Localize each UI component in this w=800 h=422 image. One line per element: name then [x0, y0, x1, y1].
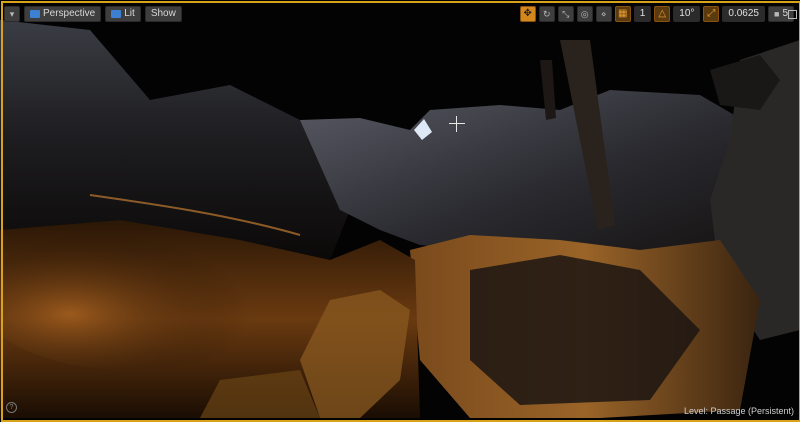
scale-tool-button[interactable]: ⤡: [557, 6, 574, 22]
globe-icon: ◎: [580, 9, 589, 19]
show-label: Show: [150, 8, 176, 19]
perspective-label: Perspective: [43, 8, 96, 19]
rotate-tool-button[interactable]: ↻: [538, 6, 555, 22]
viewport-toolbar-left: ▾ Perspective Lit Show: [4, 6, 182, 22]
surface-snap-icon: ⋄: [600, 9, 607, 19]
rotate-icon: ↻: [542, 9, 551, 19]
cave-scene: [0, 0, 800, 422]
view-mode-button[interactable]: Lit: [105, 6, 141, 22]
maximize-viewport-icon[interactable]: [788, 10, 797, 19]
perspective-icon: [30, 10, 40, 18]
grid-snap-toggle[interactable]: ▦: [614, 6, 631, 22]
help-icon[interactable]: ?: [6, 402, 17, 413]
surface-snapping-button[interactable]: ⋄: [595, 6, 612, 22]
chevron-down-icon: ▾: [9, 9, 15, 19]
scale-snap-toggle[interactable]: ⤢: [703, 6, 720, 22]
scale-snap-value[interactable]: 0.0625: [722, 6, 765, 22]
coordinate-system-button[interactable]: ◎: [576, 6, 593, 22]
lit-label: Lit: [124, 8, 135, 19]
camera-icon: ■: [774, 9, 780, 19]
rotation-snap-value-label: 10°: [679, 8, 695, 19]
show-button[interactable]: Show: [144, 6, 182, 22]
scale-snap-icon: ⤢: [707, 8, 716, 19]
viewport-toolbar-right: ✥ ↻ ⤡ ◎ ⋄ ▦ 1 △ 10° ⤢ 0.0625 ■ 5: [519, 6, 794, 22]
lit-icon: [111, 10, 122, 18]
viewport-options-button[interactable]: ▾: [4, 6, 20, 22]
grid-snap-value-label: 1: [639, 8, 646, 19]
angle-icon: △: [658, 8, 667, 19]
rotation-snap-value[interactable]: 10°: [673, 6, 701, 22]
level-label: Level: Passage (Persistent): [683, 406, 794, 416]
grid-snap-value[interactable]: 1: [633, 6, 652, 22]
grid-icon: ▦: [617, 8, 628, 19]
level-viewport[interactable]: ▾ Perspective Lit Show ✥ ↻ ⤡ ◎ ⋄ ▦ 1 △ 1…: [0, 0, 800, 422]
translate-tool-button[interactable]: ✥: [519, 6, 536, 22]
scale-snap-value-label: 0.0625: [728, 8, 759, 19]
translate-icon: ✥: [523, 8, 532, 19]
crosshair: [449, 116, 465, 132]
rotation-snap-toggle[interactable]: △: [654, 6, 671, 22]
scale-icon: ⤡: [562, 9, 570, 19]
perspective-button[interactable]: Perspective: [24, 6, 102, 22]
